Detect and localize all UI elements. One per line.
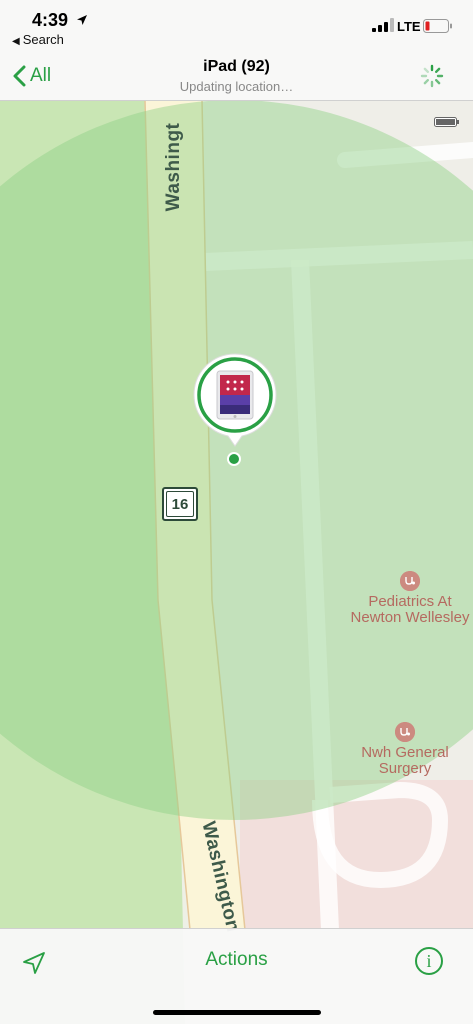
poi-name-line2: Newton Wellesley [350,609,470,626]
device-location-dot [227,452,241,466]
info-button[interactable]: i [415,947,443,975]
medical-icon[interactable] [395,722,415,742]
route-number: 16 [166,491,194,517]
cellular-signal-icon [372,18,394,32]
device-location-pin[interactable] [190,350,280,450]
home-indicator[interactable] [153,1010,321,1015]
actions-label: Actions [205,949,268,970]
route-16-shield: 16 [162,487,198,521]
info-icon: i [426,951,432,971]
location-status: Updating location… [179,79,294,94]
map-canvas[interactable] [0,0,473,1024]
back-to-app-link[interactable]: ◀ Search [12,32,64,47]
status-bar: 4:39 ◀ Search LTE [0,0,473,52]
location-services-icon [76,13,88,25]
poi-label-pediatrics[interactable]: Pediatrics At Newton Wellesley [340,594,473,626]
battery-icon [423,19,453,33]
poi-label-nwh-general-surgery[interactable]: Nwh General Surgery [340,745,470,777]
actions-button[interactable]: Actions [0,949,473,971]
network-type: LTE [397,19,421,34]
loading-spinner-icon [420,64,444,88]
poi-name-line2: Surgery [378,760,432,777]
device-title: iPad (92) [203,58,270,75]
map-view[interactable] [0,0,473,1024]
street-label-washington-top: Washingt [163,122,184,212]
status-time: 4:39 [32,10,69,30]
back-triangle-icon: ◀ [12,36,20,47]
find-my-screen: Washingt Washington 16 Pediatrics At New… [0,0,473,1024]
poi-name-line1: Pediatrics At [368,593,452,610]
back-to-app-label: Search [22,32,64,47]
medical-icon[interactable] [400,571,420,591]
poi-name-line1: Nwh General [361,744,449,761]
navigation-bar: All iPad (92) Updating location… [0,52,473,101]
map-scale-indicator [434,114,460,127]
